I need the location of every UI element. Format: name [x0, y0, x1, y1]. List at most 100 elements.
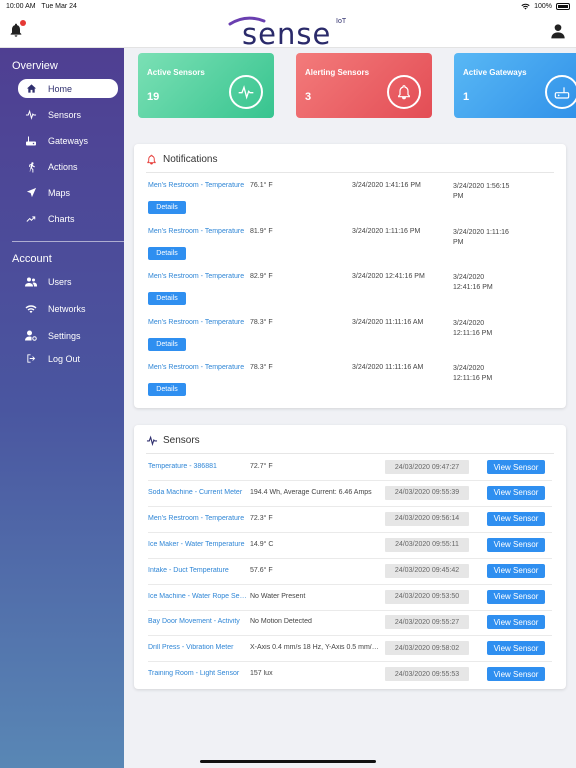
notification-time: 3/24/2020 12:41:16 PM [352, 273, 425, 280]
sidebar-item-label: Charts [48, 213, 75, 224]
sensor-name-link[interactable]: Drill Press - Vibration Meter [148, 644, 248, 651]
details-button[interactable]: Details [148, 292, 186, 305]
sidebar-item-networks[interactable]: Networks [18, 299, 118, 318]
bell-icon [387, 75, 421, 109]
notification-reading: 82.9° F [250, 273, 273, 280]
navigation-icon [24, 186, 38, 200]
view-sensor-button[interactable]: View Sensor [487, 537, 545, 552]
details-button[interactable]: Details [148, 337, 186, 351]
sidebar-item-label: Log Out [48, 353, 81, 364]
battery-percent: 100% [534, 3, 552, 10]
sensors-divider [146, 453, 554, 454]
battery-icon [556, 3, 570, 10]
home-indicator [200, 760, 376, 763]
notification-sensor-link[interactable]: Men's Restroom - Temperature [148, 273, 248, 280]
table-row: Ice Machine - Water Rope Sensor No Water … [148, 585, 552, 611]
notifications-panel: Notifications Men's Restroom - Temperatu… [134, 144, 566, 408]
details-button[interactable]: Details [148, 201, 186, 214]
sensor-value: 14.9° C [250, 540, 274, 548]
sidebar-item-logout[interactable]: Log Out [18, 349, 118, 368]
sidebar-item-label: Users [48, 276, 72, 287]
table-row: Soda Machine - Current Meter 194.4 Wh, Av… [148, 481, 552, 507]
notifications-title: Notifications [163, 153, 218, 165]
router-icon [545, 75, 576, 109]
sensor-name-link[interactable]: Men's Restroom - Temperature [148, 515, 248, 522]
notification-sensor-link[interactable]: Men's Restroom - Temperature [148, 364, 248, 371]
sidebar-item-label: Gateways [48, 135, 89, 146]
active-gateways-card[interactable]: Active Gateways 1 [454, 53, 576, 118]
sensor-value: 194.4 Wh, Average Current: 6.46 Amps [250, 488, 372, 496]
view-sensor-button[interactable]: View Sensor [487, 667, 545, 682]
sensor-name-link[interactable]: Intake - Duct Temperature [148, 567, 248, 574]
trending-icon [24, 212, 38, 226]
details-button[interactable]: Details [148, 383, 186, 396]
sensor-timestamp: 24/03/2020 09:55:27 [385, 615, 469, 630]
sensor-name-link[interactable]: Ice Machine - Water Rope Sensor [148, 593, 248, 600]
sidebar-item-label: Maps [48, 187, 71, 198]
logout-icon [24, 352, 38, 366]
sensor-timestamp: 24/03/2020 09:45:42 [385, 563, 469, 578]
notification-time-2: 3/24/2020 1:56:15 PM [453, 183, 510, 200]
overview-title: Overview [12, 60, 58, 72]
sidebar-item-maps[interactable]: Maps [18, 183, 118, 202]
sensor-value: X-Axis 0.4 mm/s 18 Hz, Y-Axis 0.5 mm/s 1… [250, 644, 382, 652]
sidebar-item-home[interactable]: Home [18, 79, 118, 98]
notification-time-2: 3/24/2020 12:11:16 PM [453, 319, 493, 337]
sidebar-item-label: Home [48, 83, 73, 94]
table-row: Bay Door Movement - Activity No Motion De… [148, 610, 552, 637]
view-sensor-button[interactable]: View Sensor [487, 641, 545, 656]
sensor-name-link[interactable]: Temperature - 386881 [148, 463, 248, 470]
sidebar-item-users[interactable]: Users [18, 272, 118, 291]
wifi-status-icon [521, 3, 530, 10]
card-value: 3 [305, 91, 312, 103]
sidebar-divider [12, 241, 124, 242]
user-profile-button[interactable] [550, 23, 566, 39]
view-sensor-button[interactable]: View Sensor [487, 460, 545, 474]
active-sensors-card[interactable]: Active Sensors 19 [138, 53, 274, 118]
notification-time-2: 3/24/2020 12:11:16 PM [453, 365, 493, 382]
sidebar-item-actions[interactable]: Actions [18, 157, 118, 176]
sensor-value: 72.7° F [250, 463, 273, 470]
sensor-name-link[interactable]: Bay Door Movement - Activity [148, 618, 248, 625]
notification-time-2: 3/24/2020 12:41:16 PM [453, 274, 493, 291]
sidebar-item-settings[interactable]: Settings [18, 326, 118, 345]
sidebar-item-sensors[interactable]: Sensors [18, 105, 118, 124]
notification-time: 3/24/2020 11:11:16 AM [352, 318, 424, 326]
view-sensor-button[interactable]: View Sensor [487, 615, 545, 630]
sensor-timestamp: 24/03/2020 09:58:02 [385, 641, 469, 656]
brand-logo: sense IoT [226, 15, 356, 51]
top-bar: sense IoT [0, 13, 576, 51]
notification-sensor-link[interactable]: Men's Restroom - Temperature [148, 319, 248, 326]
notification-time-2: 3/24/2020 1:11:16 PM [453, 228, 509, 246]
users-icon [24, 275, 38, 289]
sensor-name-link[interactable]: Ice Maker - Water Temperature [148, 541, 248, 548]
notification-bell-button[interactable] [8, 20, 26, 38]
status-bar: 10:00 AM Tue Mar 24 100% [0, 0, 576, 13]
sidebar-item-gateways[interactable]: Gateways [18, 131, 118, 150]
notification-sensor-link[interactable]: Men's Restroom - Temperature [148, 182, 248, 189]
wifi-icon [24, 302, 38, 316]
pulse-icon [146, 434, 158, 446]
sensor-timestamp: 24/03/2020 09:53:50 [385, 589, 469, 604]
notification-reading: 78.3° F [250, 318, 273, 326]
alerting-sensors-card[interactable]: Alerting Sensors 3 [296, 53, 432, 118]
run-icon [24, 160, 38, 174]
sensor-timestamp: 24/03/2020 09:55:53 [385, 667, 469, 682]
router-icon [24, 134, 38, 148]
table-row: Drill Press - Vibration Meter X-Axis 0.4 … [148, 636, 552, 663]
sidebar-item-charts[interactable]: Charts [18, 209, 118, 228]
sensor-value: 157 lux [250, 670, 273, 678]
view-sensor-button[interactable]: View Sensor [487, 563, 545, 578]
view-sensor-button[interactable]: View Sensor [487, 589, 545, 604]
sensor-value: No Water Present [250, 592, 306, 600]
notification-reading: 76.1° F [250, 182, 273, 189]
view-sensor-button[interactable]: View Sensor [487, 485, 545, 500]
table-row: Temperature - 386881 72.7° F 24/03/2020 09… [148, 455, 552, 481]
sensor-timestamp: 24/03/2020 09:55:11 [385, 537, 469, 552]
sensor-name-link[interactable]: Soda Machine - Current Meter [148, 489, 248, 496]
sensor-name-link[interactable]: Training Room - Light Sensor [148, 670, 248, 677]
notification-sensor-link[interactable]: Men's Restroom - Temperature [148, 228, 248, 235]
view-sensor-button[interactable]: View Sensor [487, 511, 545, 526]
details-button[interactable]: Details [148, 246, 186, 260]
card-value: 19 [147, 91, 160, 103]
